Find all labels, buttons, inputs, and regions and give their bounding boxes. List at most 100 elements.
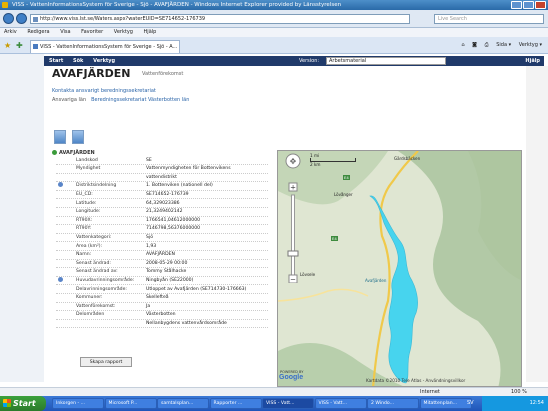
help-link[interactable]: Hjälp: [525, 56, 540, 66]
detail-row: RT90X: 1766541,04612000000: [56, 217, 268, 226]
start-button[interactable]: Start: [0, 396, 46, 411]
detail-value: vattendistrikt: [146, 174, 177, 180]
collapse-icon[interactable]: [52, 150, 57, 155]
command-bar: ⌂ ◙ ⎙ Sida ▾ Verktyg ▾: [455, 42, 542, 48]
page-menu[interactable]: Sida ▾: [496, 42, 511, 48]
detail-value: 64,329023386: [146, 200, 180, 206]
detail-row: Latitude: 64,329023386: [56, 200, 268, 209]
county-label: Ansvariga län: [52, 97, 87, 103]
detail-row: Delavrinningsområde: Utloppet av Avafjärd…: [56, 286, 268, 295]
svg-text:+: +: [290, 184, 296, 192]
taskbar: Start Inkorgen - ... Microsoft P... samtal…: [0, 396, 548, 411]
menu-item[interactable]: Redigera: [27, 29, 49, 35]
menu-item[interactable]: Verktyg: [114, 29, 133, 35]
back-icon[interactable]: [3, 13, 14, 24]
menu-item[interactable]: Arkiv: [4, 29, 17, 35]
detail-row: EU_CD: SE714652-176739: [56, 191, 268, 200]
taskbar-task[interactable]: VISS - Vatt...: [262, 398, 314, 409]
detail-row: Landskod SE: [56, 157, 268, 166]
map-zoom-control[interactable]: ✥ + −: [285, 153, 301, 285]
detail-row: RT90Y: 7146798,56376000000: [56, 225, 268, 234]
detail-row: Vattenförekomst: Ja: [56, 303, 268, 312]
detail-value: Utloppet av Avafjärden (SE714730-176663): [146, 286, 247, 292]
detail-value: Skellefteå: [146, 295, 169, 301]
detail-value: Ja: [146, 303, 151, 309]
section-header: AVAFJÄRDEN: [52, 150, 95, 156]
menu-item[interactable]: Hjälp: [144, 29, 157, 35]
county-link[interactable]: Beredningssekretariat Västerbotten län: [91, 97, 189, 103]
detail-value: AVAFJÄRDEN: [146, 252, 175, 258]
detail-row: Longitude: 21,3249402142: [56, 208, 268, 217]
create-report-button[interactable]: Skapa rapport: [80, 357, 132, 367]
menu-item[interactable]: Favoriter: [81, 29, 103, 35]
place-gardsbacken: Gärdsbäcken: [394, 156, 421, 161]
detail-value: Tommy Stålhacke: [146, 269, 187, 275]
version-label: Version:: [299, 58, 320, 64]
detail-row: Vattenkategori: Sjö: [56, 234, 268, 243]
info-icon[interactable]: [58, 182, 63, 188]
taskbar-task[interactable]: Rapporter ...: [209, 398, 262, 409]
maximize-button[interactable]: [523, 1, 534, 9]
detail-row: Myndighet Vattenmyndigheten för Bottenvik…: [56, 165, 268, 174]
detail-label: Latitude:: [76, 200, 97, 206]
nav-tools[interactable]: Verktyg: [93, 58, 115, 64]
menu-item[interactable]: Visa: [60, 29, 70, 35]
address-field[interactable]: http://www.viss.lst.se/Waters.aspx?water…: [30, 14, 410, 24]
map-view[interactable]: [277, 150, 522, 387]
detail-label: Vattenförekomst:: [76, 303, 116, 309]
detail-label: Myndighet: [76, 166, 101, 172]
county-row: Ansvariga län Beredningssekretariat Väste…: [52, 97, 189, 103]
system-tray: 12:54: [482, 396, 548, 411]
detail-value: 7146798,56376000000: [146, 226, 201, 232]
detail-value: 21,3249402142: [146, 209, 183, 215]
version-select[interactable]: Arbetsmaterial: [326, 57, 446, 65]
favorites-star-icon[interactable]: ★: [4, 41, 11, 50]
print-icon[interactable]: ⎙: [485, 42, 489, 48]
place-avafjarden: Avafjärden: [365, 278, 387, 283]
map-copyright[interactable]: Kartdata ©2010 Tele Atlas - Användningsv…: [366, 378, 465, 383]
svg-text:−: −: [290, 276, 296, 284]
minimize-button[interactable]: [511, 1, 522, 9]
map-scale: 1 mi 2 km: [310, 153, 356, 167]
nav-start[interactable]: Start: [49, 58, 63, 64]
home-icon[interactable]: ⌂: [461, 42, 464, 48]
info-icon[interactable]: [58, 276, 63, 282]
detail-row: Namn: AVAFJÄRDEN: [56, 251, 268, 260]
tools-menu[interactable]: Verktyg ▾: [519, 42, 542, 48]
taskbar-task[interactable]: Microsoft P...: [104, 398, 157, 409]
detail-value: SE: [146, 157, 152, 163]
taskbar-task[interactable]: Inkorgen - ...: [52, 398, 104, 409]
search-input[interactable]: Live Search: [434, 14, 544, 24]
close-button[interactable]: [535, 1, 546, 9]
detail-value: Sjö: [146, 234, 154, 240]
chart-tool-icon[interactable]: [72, 130, 84, 144]
map-tool-icon[interactable]: [54, 130, 66, 144]
taskbar-task[interactable]: VISS - Vatt...: [314, 398, 367, 409]
contact-link[interactable]: Kontakta ansvarigt beredningssekretariat: [52, 88, 156, 94]
google-logo: Google: [279, 374, 304, 381]
detail-row: Distriktsindelning 1. Bottenviken (nation…: [56, 182, 268, 191]
detail-label: Huvudavrinningsområde:: [76, 277, 135, 283]
add-favorite-icon[interactable]: ✚: [16, 41, 23, 50]
detail-value: 1766541,04612000000: [146, 217, 201, 223]
favicon: [33, 17, 38, 22]
nav-search[interactable]: Sök: [73, 58, 83, 64]
app-navbar: Start Sök Verktyg Version: Arbetsmateria…: [44, 56, 544, 66]
page-subtitle: Vattenförekomst: [142, 71, 184, 77]
detail-label: Longitude:: [76, 209, 101, 215]
forward-icon[interactable]: [16, 13, 27, 24]
taskbar-task[interactable]: 2 Windo...: [367, 398, 419, 409]
detail-label: Kommuner:: [76, 295, 103, 301]
detail-label: Landskod: [76, 157, 98, 163]
detail-label: Area (km²):: [76, 243, 103, 249]
detail-label: EU_CD:: [76, 191, 93, 197]
browser-tab[interactable]: VISS - VattenInformationsSystem för Sver…: [30, 40, 180, 53]
window-title: VISS - VattenInformationsSystem för Sver…: [12, 2, 342, 8]
detail-value: Ningbyån (SE22000): [146, 277, 194, 283]
taskbar-task[interactable]: samtalsplan...: [157, 398, 209, 409]
detail-row: Delområden Västerbotten: [56, 311, 268, 320]
taskbar-task[interactable]: Mitattenplan...: [419, 398, 472, 409]
feeds-icon[interactable]: ◙: [472, 42, 477, 48]
detail-label: Senast ändrad av:: [76, 269, 118, 275]
language-indicator[interactable]: SV: [467, 400, 474, 406]
